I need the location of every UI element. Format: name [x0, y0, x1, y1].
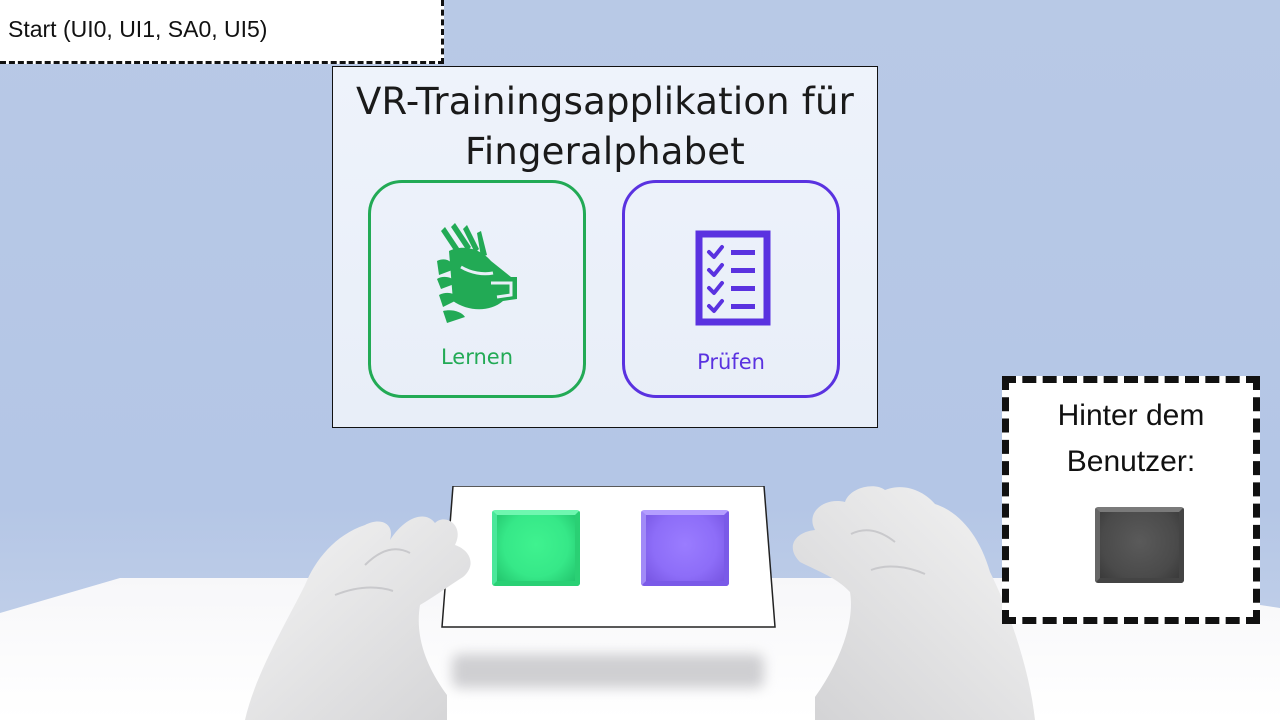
behind-user-text: Hinter dem Benutzer: [1009, 393, 1253, 485]
learn-option-label: Lernen [440, 345, 514, 369]
board-shadow [452, 654, 764, 688]
learn-physical-button[interactable] [492, 510, 580, 586]
behind-user-panel: Hinter dem Benutzer: [1002, 376, 1260, 624]
left-hand [245, 516, 471, 720]
main-menu-panel: VR-Trainingsapplikation für Fingeralphab… [332, 66, 878, 428]
scene-label-text: Start (UI0, UI1, SA0, UI5) [8, 16, 268, 42]
behind-user-physical-button[interactable] [1095, 507, 1184, 583]
learn-option-card[interactable]: Lernen [368, 180, 586, 398]
menu-title-line2: Fingeralphabet [465, 130, 745, 173]
scene-label-box: Start (UI0, UI1, SA0, UI5) [0, 0, 444, 64]
test-physical-button[interactable] [641, 510, 729, 586]
test-option-label: Prüfen [697, 350, 765, 374]
sign-language-hands-icon [437, 223, 517, 323]
behind-user-line1: Hinter dem [1057, 399, 1205, 432]
menu-title: VR-Trainingsapplikation für Fingeralphab… [333, 77, 877, 177]
menu-title-line1: VR-Trainingsapplikation für [355, 80, 855, 123]
checklist-icon [695, 230, 771, 326]
behind-user-line2: Benutzer: [1066, 445, 1196, 478]
test-option-card[interactable]: Prüfen [622, 180, 840, 398]
